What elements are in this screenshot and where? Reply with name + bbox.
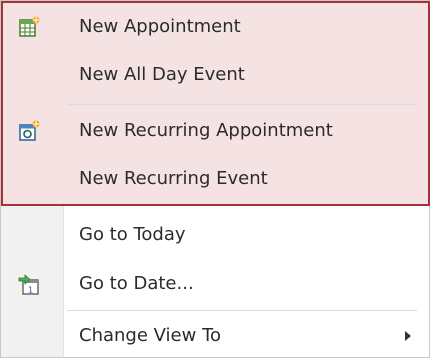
menu-separator (67, 104, 417, 105)
menu-item-label: New All Day Event (79, 64, 245, 85)
menu-item-new-recurring-event[interactable]: New Recurring Event (1, 157, 429, 201)
submenu-arrow-icon (405, 331, 411, 341)
menu-item-label: Change View To (79, 325, 222, 346)
svg-text:1: 1 (28, 286, 33, 295)
menu-item-label: Go to Today (79, 224, 186, 245)
menu-item-label: New Recurring Event (79, 168, 268, 189)
menu-item-new-all-day-event[interactable]: New All Day Event (1, 53, 429, 97)
calendar-context-menu: New Appointment New All Day Event New Re… (0, 0, 430, 358)
menu-item-change-view-to[interactable]: Change View To (1, 314, 429, 358)
menu-item-go-to-today[interactable]: Go to Today (1, 213, 429, 257)
menu-item-new-recurring-appointment[interactable]: New Recurring Appointment (1, 109, 429, 153)
menu-item-label: New Appointment (79, 16, 241, 37)
new-appointment-icon (17, 15, 41, 39)
menu-item-label: Go to Date... (79, 273, 194, 294)
menu-item-new-appointment[interactable]: New Appointment (1, 5, 429, 49)
menu-separator (67, 310, 417, 311)
recurring-appointment-icon (17, 119, 41, 143)
menu-item-go-to-date[interactable]: 1 Go to Date... (1, 262, 429, 306)
go-to-date-icon: 1 (17, 272, 41, 296)
menu-item-label: New Recurring Appointment (79, 120, 333, 141)
